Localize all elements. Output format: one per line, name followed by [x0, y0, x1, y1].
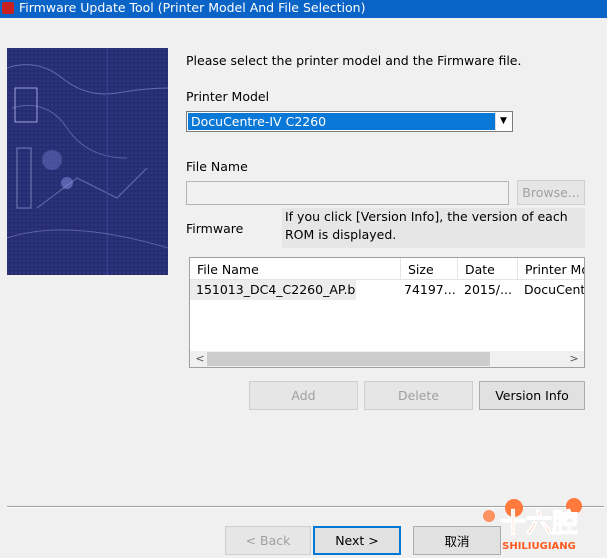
column-header-file-name[interactable]: File Name — [190, 258, 401, 279]
delete-button[interactable]: Delete — [364, 381, 473, 410]
printer-model-label: Printer Model — [186, 89, 270, 104]
file-name-label: File Name — [186, 159, 248, 174]
column-header-date[interactable]: Date — [458, 258, 518, 279]
cell-printer-model: DocuCentr — [524, 282, 585, 297]
firmware-label: Firmware — [186, 221, 244, 236]
file-name-input[interactable] — [186, 181, 509, 205]
cell-size: 74197... — [404, 282, 456, 297]
back-button[interactable]: < Back — [225, 526, 311, 555]
watermark-logo: 十六腔 SHILIUGIANG — [474, 494, 604, 554]
title-bar: Firmware Update Tool (Printer Model And … — [0, 0, 607, 18]
instruction-text: Please select the printer model and the … — [186, 53, 522, 68]
firmware-file-table[interactable]: File Name Size Date Printer Mo 151013_DC… — [189, 257, 585, 368]
cell-file-name: 151013_DC4_C2260_AP.bin — [190, 280, 356, 300]
window-title: Firmware Update Tool (Printer Model And … — [19, 0, 366, 15]
decorative-printer-image — [7, 48, 168, 275]
watermark-brand-en: SHILIUGIANG — [502, 541, 576, 552]
scroll-right-icon[interactable]: > — [566, 351, 582, 367]
browse-button[interactable]: Browse... — [517, 180, 585, 205]
app-icon — [2, 2, 14, 14]
horizontal-scrollbar[interactable]: < > — [190, 351, 584, 367]
next-button[interactable]: Next > — [313, 526, 401, 555]
dropdown-arrow-icon[interactable]: ▼ — [495, 113, 511, 130]
watermark-brand-cn: 十六腔 — [500, 509, 578, 539]
scroll-left-icon[interactable]: < — [192, 351, 208, 367]
firmware-info-text: If you click [Version Info], the version… — [282, 208, 585, 248]
table-header: File Name Size Date Printer Mo — [190, 258, 584, 280]
version-info-button[interactable]: Version Info — [479, 381, 585, 410]
cell-date: 2015/... — [464, 282, 512, 297]
add-button[interactable]: Add — [249, 381, 358, 410]
printer-model-select[interactable]: DocuCentre-IV C2260 ▼ — [186, 111, 513, 132]
printer-model-selected: DocuCentre-IV C2260 — [188, 113, 496, 130]
scrollbar-thumb[interactable] — [207, 352, 490, 366]
column-header-printer-model[interactable]: Printer Mo — [518, 258, 584, 279]
column-header-size[interactable]: Size — [401, 258, 458, 279]
